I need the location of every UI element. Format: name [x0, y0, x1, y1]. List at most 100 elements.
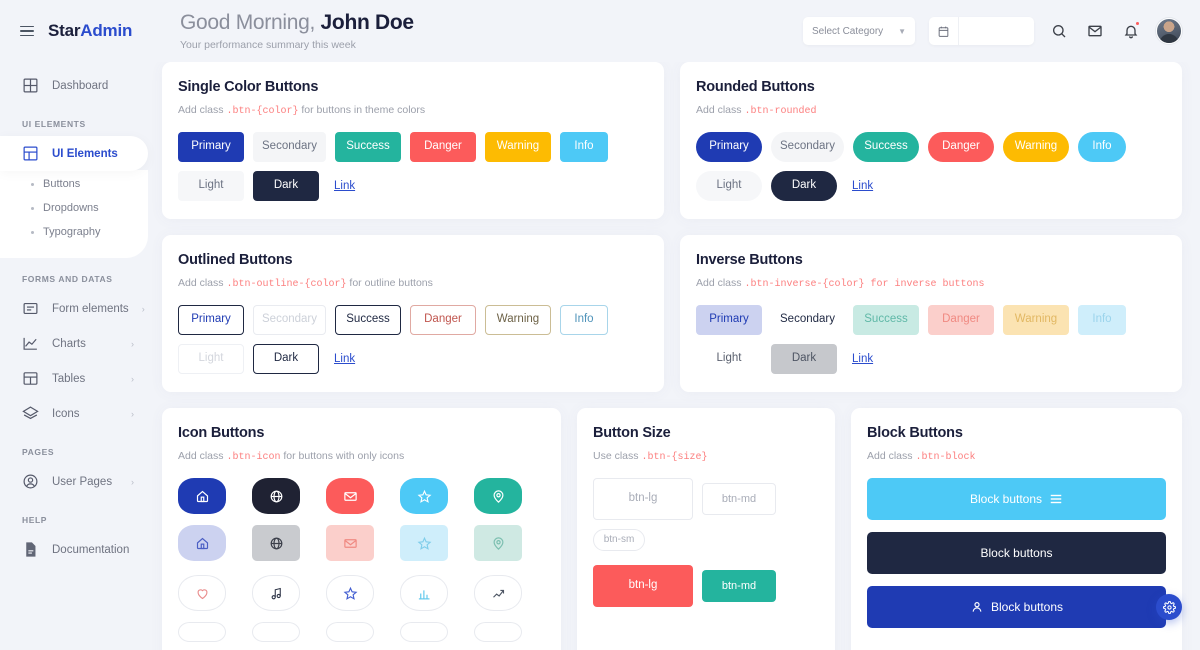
button-link[interactable]: Link	[328, 353, 361, 365]
button-light[interactable]: Light	[178, 344, 244, 374]
button-danger[interactable]: Danger	[927, 305, 994, 335]
icon-button-mail-inverse[interactable]	[326, 525, 374, 561]
settings-fab-button[interactable]	[1156, 594, 1182, 620]
mail-icon[interactable]	[1084, 20, 1106, 42]
button-md-outline[interactable]: btn-md	[702, 483, 776, 515]
sidebar-item-tables[interactable]: Tables ›	[0, 361, 148, 396]
button-danger[interactable]: Danger	[409, 305, 476, 335]
button-secondary[interactable]: Secondary	[253, 132, 326, 162]
button-success[interactable]: Success	[852, 305, 919, 335]
main-area: Good Morning, John Doe Your performance …	[148, 0, 1200, 650]
sidebar-item-dashboard[interactable]: Dashboard	[0, 68, 148, 103]
icon-button-row-inverse	[178, 525, 545, 561]
button-dark[interactable]: Dark	[771, 171, 837, 201]
button-secondary[interactable]: Secondary	[253, 305, 326, 335]
button-info[interactable]: Info	[1077, 305, 1126, 335]
button-light[interactable]: Light	[696, 344, 762, 374]
sidebar-subitem-buttons[interactable]: Buttons	[0, 172, 148, 196]
icon-button-partial-3[interactable]	[326, 622, 374, 642]
button-warning[interactable]: Warning	[1002, 132, 1069, 162]
sidebar-category-pages: PAGES	[22, 447, 55, 457]
sidebar-item-form-elements[interactable]: Form elements ›	[0, 291, 148, 326]
sidebar-subitem-dropdowns[interactable]: Dropdowns	[0, 196, 148, 220]
button-success[interactable]: Success	[334, 132, 401, 162]
button-secondary[interactable]: Secondary	[771, 305, 844, 335]
icon-button-bar-chart-outline[interactable]	[400, 575, 448, 611]
chevron-right-icon: ›	[131, 373, 134, 384]
button-sm-outline[interactable]: btn-sm	[593, 529, 645, 551]
button-link[interactable]: Link	[846, 353, 879, 365]
icon-button-home-inverse[interactable]	[178, 525, 226, 561]
button-lg-outline[interactable]: btn-lg	[593, 478, 693, 520]
button-link[interactable]: Link	[846, 180, 879, 192]
icon-button-row-outline	[178, 575, 545, 611]
button-info[interactable]: Info	[559, 132, 608, 162]
button-primary[interactable]: Primary	[696, 305, 762, 335]
icon-button-row-solid	[178, 478, 545, 514]
size-row-outline: btn-lg btn-md	[593, 478, 819, 520]
button-md-solid[interactable]: btn-md	[702, 570, 776, 602]
icon-button-star[interactable]	[400, 478, 448, 514]
icon-button-partial-1[interactable]	[178, 622, 226, 642]
icon-button-globe[interactable]	[252, 478, 300, 514]
button-dark[interactable]: Dark	[253, 344, 319, 374]
layers-icon	[22, 405, 39, 422]
bullet-icon	[31, 230, 34, 234]
button-link[interactable]: Link	[328, 180, 361, 192]
button-warning[interactable]: Warning	[484, 132, 551, 162]
sidebar-item-icons[interactable]: Icons ›	[0, 396, 148, 431]
sidebar-item-charts[interactable]: Charts ›	[0, 326, 148, 361]
icon-button-partial-5[interactable]	[474, 622, 522, 642]
button-secondary[interactable]: Secondary	[771, 132, 844, 162]
button-light[interactable]: Light	[696, 171, 762, 201]
button-warning[interactable]: Warning	[1002, 305, 1069, 335]
sidebar-item-user-pages[interactable]: User Pages ›	[0, 464, 148, 499]
button-success[interactable]: Success	[852, 132, 919, 162]
icon-button-music-outline[interactable]	[252, 575, 300, 611]
sidebar-item-ui-elements[interactable]: UI Elements	[0, 136, 148, 171]
icon-button-map-pin[interactable]	[474, 478, 522, 514]
button-primary[interactable]: Primary	[178, 305, 244, 335]
button-warning[interactable]: Warning	[484, 305, 551, 335]
block-button-info[interactable]: Block buttons	[867, 478, 1166, 520]
block-button-primary[interactable]: Block buttons	[867, 586, 1166, 628]
button-danger[interactable]: Danger	[409, 132, 476, 162]
notification-bell-icon[interactable]	[1120, 20, 1142, 42]
sidebar-subitem-typography[interactable]: Typography	[0, 220, 148, 244]
card-block-buttons: Block Buttons Add class .btn-block Block…	[851, 408, 1182, 650]
icon-button-map-pin-inverse[interactable]	[474, 525, 522, 561]
icon-button-heart-outline[interactable]	[178, 575, 226, 611]
sidebar-item-documentation[interactable]: Documentation	[0, 532, 148, 567]
icon-button-partial-2[interactable]	[252, 622, 300, 642]
icon-button-mail[interactable]	[326, 478, 374, 514]
icon-button-globe-inverse[interactable]	[252, 525, 300, 561]
select-category-dropdown[interactable]: Select Category ▼	[803, 17, 915, 45]
button-primary[interactable]: Primary	[696, 132, 762, 162]
button-primary[interactable]: Primary	[178, 132, 244, 162]
icon-button-trending-up-outline[interactable]	[474, 575, 522, 611]
icon-button-star-inverse[interactable]	[400, 525, 448, 561]
date-input[interactable]	[959, 17, 1034, 45]
search-icon[interactable]	[1048, 20, 1070, 42]
row-3: Icon Buttons Add class .btn-icon for but…	[162, 408, 1182, 650]
block-button-dark[interactable]: Block buttons	[867, 532, 1166, 574]
card-description: Use class .btn-{size}	[593, 450, 819, 463]
button-dark[interactable]: Dark	[253, 171, 319, 201]
button-success[interactable]: Success	[334, 305, 401, 335]
button-info[interactable]: Info	[1077, 132, 1126, 162]
button-light[interactable]: Light	[178, 171, 244, 201]
button-dark[interactable]: Dark	[771, 344, 837, 374]
button-danger[interactable]: Danger	[927, 132, 994, 162]
icon-button-partial-4[interactable]	[400, 622, 448, 642]
icon-button-home[interactable]	[178, 478, 226, 514]
date-picker-field[interactable]	[929, 17, 1034, 45]
button-lg-solid[interactable]: btn-lg	[593, 565, 693, 607]
card-button-size: Button Size Use class .btn-{size} btn-lg…	[577, 408, 835, 650]
desc-post: for buttons in theme colors	[301, 104, 426, 116]
icon-button-star-outline[interactable]	[326, 575, 374, 611]
avatar[interactable]	[1156, 18, 1182, 44]
button-info[interactable]: Info	[559, 305, 608, 335]
card-outlined-buttons: Outlined Buttons Add class .btn-outline-…	[162, 235, 664, 392]
hamburger-menu-icon[interactable]	[20, 25, 34, 37]
brand-logo[interactable]: StarAdmin	[48, 21, 132, 41]
